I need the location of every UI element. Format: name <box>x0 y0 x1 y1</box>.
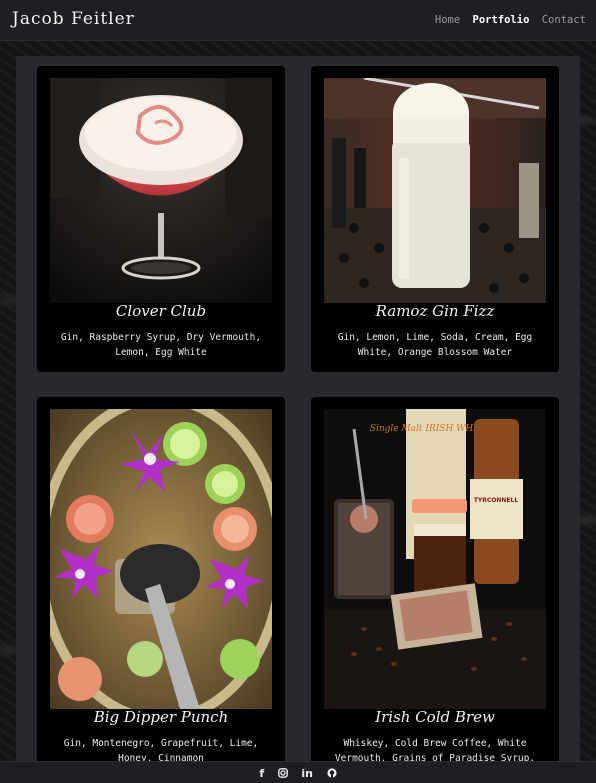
instagram-icon[interactable] <box>277 764 288 783</box>
linkedin-icon[interactable]: in <box>301 764 313 783</box>
whiskey-brand: TYRCONNELL <box>474 497 519 504</box>
cocktail-title: Ramoz Gin Fizz <box>375 302 495 320</box>
cocktail-card[interactable]: Ramoz Gin Fizz Gin, Lemon, Lime, Soda, C… <box>311 66 559 372</box>
nav-portfolio[interactable]: Portfolio <box>473 14 530 26</box>
portfolio-panel: Clover Club Gin, Raspberry Syrup, Dry Ve… <box>16 56 580 782</box>
nav-links: Home Portfolio Contact <box>429 14 586 26</box>
cocktail-card[interactable]: Big Dipper Punch Gin, Montenegro, Grapef… <box>37 397 285 777</box>
cocktail-title: Big Dipper Punch <box>93 708 229 726</box>
navbar: Jacob Feitler Home Portfolio Contact <box>0 0 596 41</box>
github-icon[interactable] <box>327 764 337 783</box>
footer: f in <box>0 761 596 783</box>
cocktail-title: Clover Club <box>115 302 207 320</box>
cocktail-ingredients: Gin, Raspberry Syrup, Dry Vermouth, Lemo… <box>60 332 262 358</box>
cocktail-card[interactable]: Clover Club Gin, Raspberry Syrup, Dry Ve… <box>37 66 285 372</box>
cocktail-photo-irish-cold-brew: Single Malt IRISH WHISKEY TYRCONNELL <box>324 409 546 709</box>
facebook-icon[interactable]: f <box>259 764 264 783</box>
nav-home[interactable]: Home <box>435 14 460 26</box>
cocktail-title: Irish Cold Brew <box>375 708 495 726</box>
cocktail-photo-ramoz-gin-fizz <box>324 78 546 303</box>
cocktail-photo-clover-club <box>50 78 272 303</box>
cocktail-photo-big-dipper-punch <box>50 409 272 709</box>
cocktail-ingredients: Gin, Lemon, Lime, Soda, Cream, Egg White… <box>337 332 533 358</box>
brand-title[interactable]: Jacob Feitler <box>12 9 135 29</box>
nav-contact[interactable]: Contact <box>542 14 586 26</box>
cocktail-card[interactable]: Single Malt IRISH WHISKEY TYRCONNELL Iri… <box>311 397 559 777</box>
